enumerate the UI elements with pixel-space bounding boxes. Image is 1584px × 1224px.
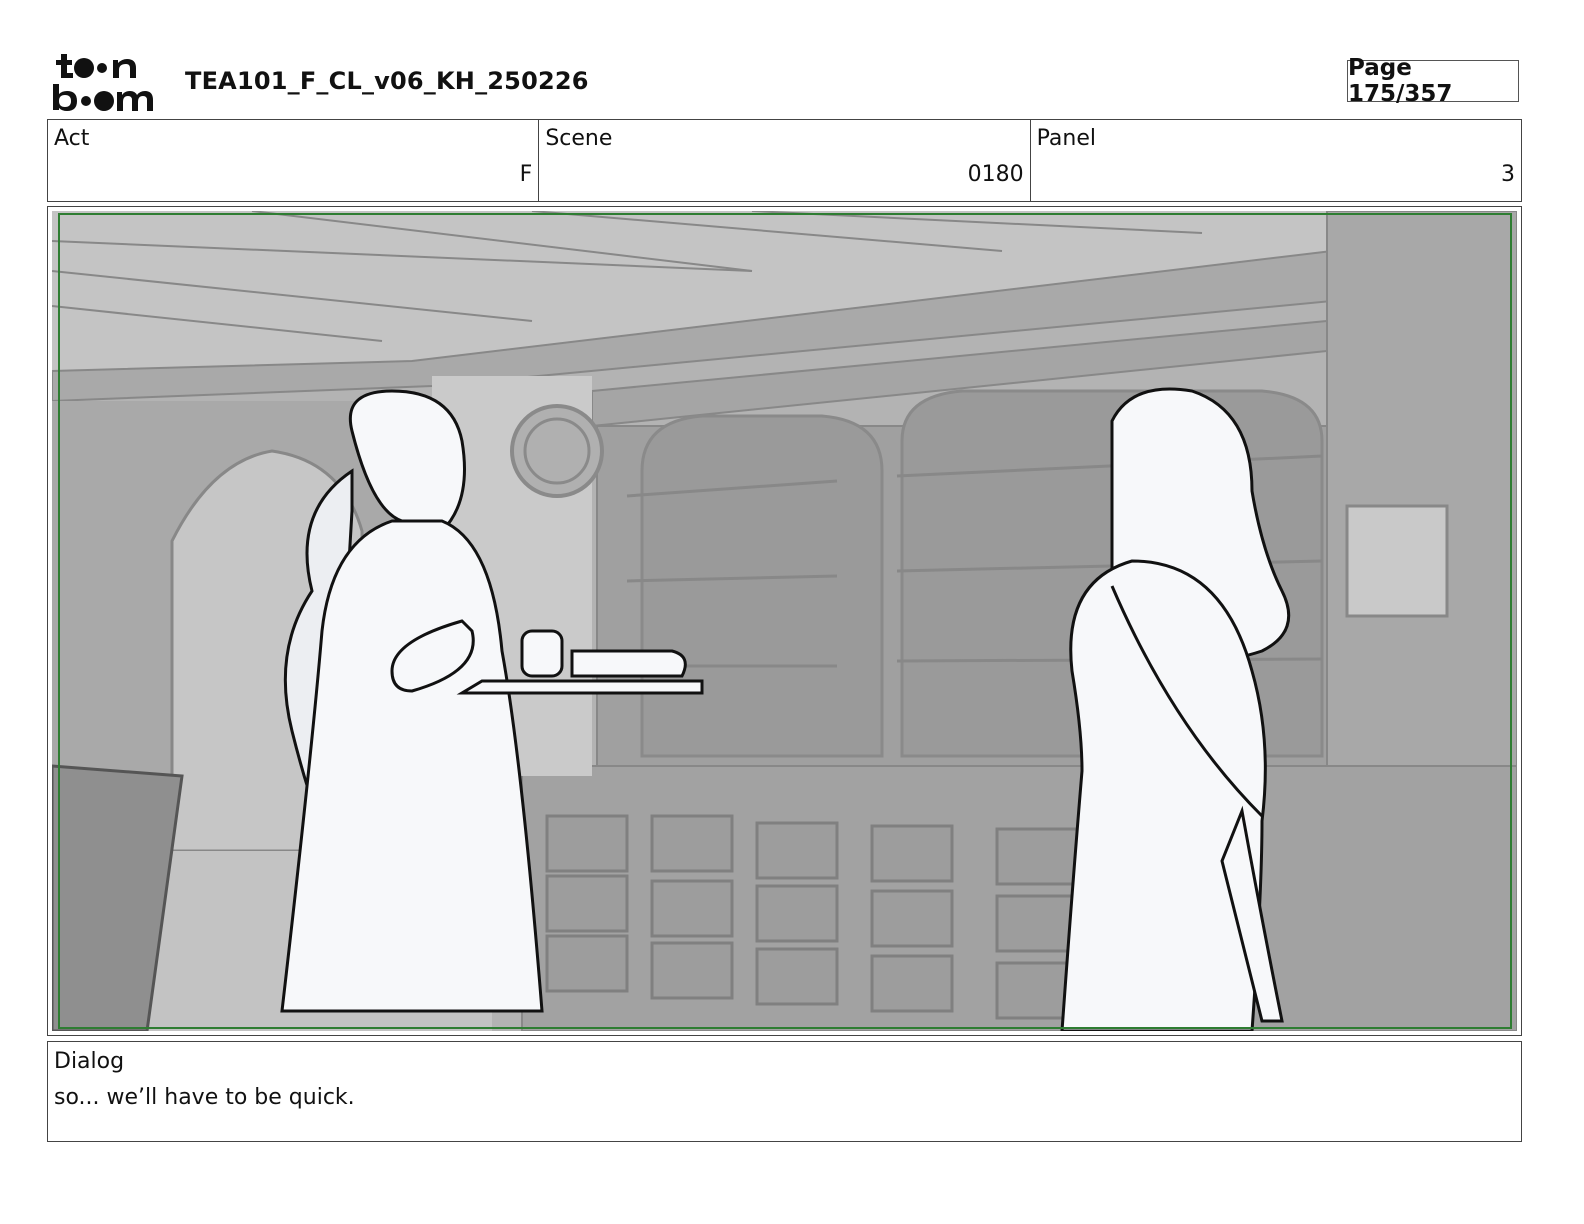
scene-cell: Scene 0180 [539,120,1031,201]
act-label: Act [54,126,90,151]
dialog-box: Dialog so... we’ll have to be quick. [47,1041,1522,1142]
act-value: F [519,162,533,187]
act-cell: Act F [48,120,540,201]
info-row: Act F Scene 0180 Panel 3 [47,119,1522,202]
panel-value: 3 [1500,162,1515,187]
storyboard-panel-drawing [52,211,1517,1031]
page-counter: Page 175/357 [1347,55,1519,107]
dialog-label: Dialog [54,1049,125,1074]
dialog-text: so... we’ll have to be quick. [54,1085,355,1110]
scene-label: Scene [545,126,613,151]
scene-value: 0180 [967,162,1024,187]
toon-boom-logo [53,54,153,111]
document-title: TEA101_F_CL_v06_KH_250226 [185,67,589,95]
panel-label: Panel [1036,126,1097,151]
panel-cell: Panel 3 [1031,120,1521,201]
